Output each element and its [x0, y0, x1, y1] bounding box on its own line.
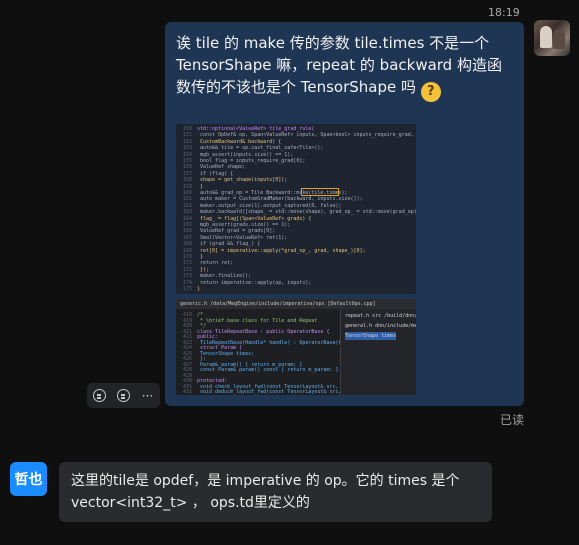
code-text: auto&& tile = op.cast_final_safe<Tile>()… [197, 145, 324, 152]
outgoing-message-bubble[interactable]: 诶 tile 的 make 传的参数 tile.times 不是一个 Tenso… [165, 22, 524, 406]
avatar-figure-right [553, 29, 565, 49]
code-line: 428 const Param& param() const { return … [176, 367, 339, 374]
thinking-face-icon: ? [420, 82, 441, 102]
code-text: const Param& param() const { return m_pa… [197, 367, 339, 373]
code-text: void deduce_layout_fwd(const TensorLayou… [197, 389, 363, 395]
code-screenshot-ide[interactable]: generic.h /data/MegEngine/include/impera… [176, 299, 416, 395]
code-text: shape = get_shape(inputs[0]); [197, 177, 288, 184]
code-text: maker.output_size(1).output_captured(0, … [197, 202, 342, 209]
code-text: SmallVector<ValueRef> ret(1); [197, 234, 288, 241]
code-text: ret[0] = imperative::apply(*grad_op_, gr… [197, 247, 366, 254]
sender-name: 哲也 [14, 472, 43, 488]
code-text: } [197, 183, 204, 190]
code-text: } [197, 286, 201, 292]
code-text: CustomBackward& backward) { [197, 138, 282, 145]
code-text: }); [197, 266, 210, 273]
my-avatar[interactable] [534, 20, 570, 56]
code-text: return imperative::apply(op, inputs); [197, 279, 312, 286]
code-text: if (flag) { [197, 170, 234, 177]
side-panel-item[interactable]: repeat.h src /build/dnn/include/... [345, 312, 416, 320]
code-text: mgb_assert(inputs.size() == 1); [197, 151, 294, 158]
code-line: 169 ret[0] = imperative::apply(*grad_op_… [176, 248, 366, 255]
code-text: bool flag = inputs_require_grad[0]; [197, 158, 306, 164]
code-text: * \brief base class for Tile and Repeat [197, 317, 318, 324]
side-panel-item[interactable]: general.h dnn/include/megdnn/... [345, 322, 416, 330]
emoji-add-icon [93, 389, 106, 402]
more-button[interactable]: ··· [137, 385, 158, 406]
code-text: auto maker = CustomGradMaker(backward, i… [197, 196, 363, 203]
code-line: 432 void deduce_layout_fwd(const TensorL… [176, 389, 363, 395]
line-number: 432 [182, 389, 192, 395]
incoming-message-text: 这里的tile是 opdef，是 imperative 的 op。它的 time… [71, 473, 460, 511]
code-text: flag_ = flag](Span<ValueRef> grads) { [197, 215, 312, 222]
add-reaction-button[interactable] [89, 385, 110, 406]
outgoing-message-text-wrap: 诶 tile 的 make 传的参数 tile.times 不是一个 Tenso… [176, 32, 516, 102]
code-line: 175} [176, 286, 200, 293]
code-text: const OpDef& op, Span<ValueRef> inputs, … [197, 132, 414, 139]
reply-icon [117, 389, 130, 402]
ide-tab-bar: generic.h /data/MegEngine/include/impera… [176, 299, 416, 309]
code-text: ValueRef shape; [197, 164, 246, 171]
code-text: return ret; [197, 260, 234, 267]
highlight-box [301, 188, 339, 196]
code-text: } [197, 254, 204, 260]
code-text: mgb_assert(grads.size() == 1); [197, 222, 291, 228]
line-number: 175 [182, 286, 192, 292]
avatar-figure-left [540, 26, 552, 48]
outgoing-message-text: 诶 tile 的 make 传的参数 tile.times 不是一个 Tenso… [176, 34, 502, 96]
incoming-message-bubble[interactable]: 这里的tile是 opdef，是 imperative 的 op。它的 time… [59, 462, 492, 522]
code-text: std::optional<ValueRef> tile_grad_rule( [197, 126, 315, 132]
read-status: 已读 [500, 413, 525, 427]
code-screenshot-tile-grad[interactable]: 150 std::optional<ValueRef> tile_grad_rul… [176, 124, 416, 294]
code-text: if (grad && flag_) { [197, 241, 261, 248]
side-panel-item[interactable]: TensorShape times [345, 332, 397, 340]
code-text: ValueRef grad = grads[0]; [197, 228, 276, 235]
code-text: maker.backward([shape_ = std::move(shape… [197, 209, 416, 216]
sender-avatar[interactable]: 哲也 [10, 462, 47, 496]
reply-button[interactable] [113, 385, 134, 406]
code-text: maker.finalize(); [197, 273, 252, 280]
ide-side-panel: repeat.h src /build/dnn/include/... gener… [340, 309, 416, 395]
more-icon: ··· [141, 388, 154, 403]
message-timestamp: 18:19 [488, 6, 520, 19]
message-actions: ··· [87, 383, 160, 408]
